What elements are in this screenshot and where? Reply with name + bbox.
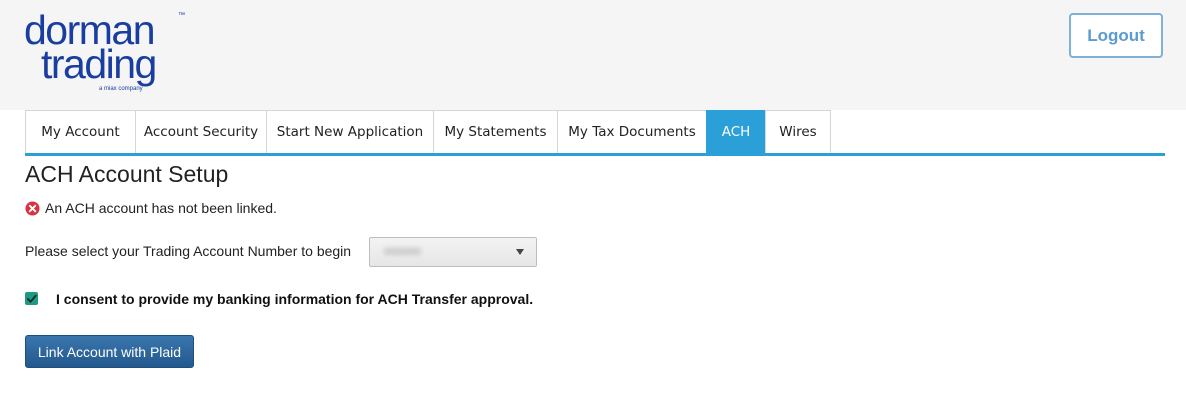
tab-my-tax-documents[interactable]: My Tax Documents [557, 110, 707, 153]
consent-label: I consent to provide my banking informat… [56, 291, 534, 307]
checkmark-icon [26, 294, 37, 303]
app-header: dorman trading ™ a miax company Logout [0, 0, 1186, 110]
link-account-plaid-button[interactable]: Link Account with Plaid [25, 335, 194, 368]
tab-my-statements[interactable]: My Statements [433, 110, 558, 153]
error-circle-icon [25, 200, 40, 216]
logo-line2: trading [41, 41, 157, 87]
ach-status-message: An ACH account has not been linked. [25, 199, 277, 217]
main-tabs: My Account Account Security Start New Ap… [25, 110, 831, 154]
logo-trademark: ™ [178, 12, 185, 19]
page-title: ACH Account Setup [25, 161, 229, 187]
chevron-down-icon [516, 249, 524, 255]
tab-start-new-application[interactable]: Start New Application [266, 110, 434, 153]
logout-button[interactable]: Logout [1069, 13, 1163, 58]
consent-row: I consent to provide my banking informat… [25, 289, 533, 307]
selected-account-value: 000000 [384, 246, 421, 258]
logo-tagline: a miax company [99, 86, 143, 92]
tab-ach[interactable]: ACH [706, 110, 766, 153]
trading-account-select[interactable]: 000000 [369, 237, 537, 267]
tab-wires[interactable]: Wires [765, 110, 831, 153]
consent-checkbox[interactable] [25, 291, 38, 305]
tab-underline [25, 153, 1165, 156]
tab-my-account[interactable]: My Account [25, 110, 136, 153]
tab-account-security[interactable]: Account Security [135, 110, 267, 153]
status-text: An ACH account has not been linked. [45, 200, 277, 216]
account-select-label: Please select your Trading Account Numbe… [25, 243, 352, 259]
dorman-trading-logo[interactable]: dorman trading ™ a miax company [24, 8, 194, 98]
